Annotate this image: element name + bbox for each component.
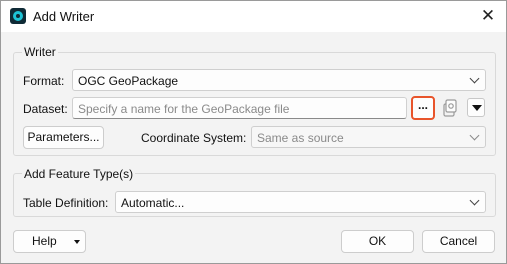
dataset-parameters-icon[interactable] [443, 99, 457, 117]
browse-button[interactable]: ... [411, 96, 435, 120]
dataset-menu-button[interactable] [467, 98, 485, 117]
dataset-input[interactable]: Specify a name for the GeoPackage file [72, 97, 407, 119]
chevron-down-icon [74, 240, 80, 244]
chevron-down-icon [469, 73, 480, 84]
format-label: Format: [23, 74, 65, 88]
coordinate-system-value: Same as source [257, 131, 344, 145]
help-label: Help [32, 234, 57, 248]
cancel-button[interactable]: Cancel [422, 230, 495, 253]
chevron-down-icon [469, 130, 480, 141]
writer-group-label: Writer [22, 45, 58, 59]
ok-button[interactable]: OK [341, 230, 414, 253]
format-select[interactable]: OGC GeoPackage [72, 69, 486, 91]
title-bar: Add Writer ✕ [1, 1, 506, 32]
table-definition-value: Automatic... [121, 196, 185, 210]
dataset-label: Dataset: [23, 102, 68, 116]
chevron-down-icon [469, 195, 480, 206]
coordinate-system-select[interactable]: Same as source [251, 126, 486, 148]
close-icon[interactable]: ✕ [476, 5, 500, 27]
format-value: OGC GeoPackage [78, 74, 179, 88]
feature-types-group-label: Add Feature Type(s) [22, 167, 136, 181]
coordinate-system-label: Coordinate System: [141, 131, 247, 145]
parameters-button[interactable]: Parameters... [23, 126, 104, 149]
dataset-placeholder: Specify a name for the GeoPackage file [78, 102, 290, 116]
fme-app-icon [10, 8, 26, 24]
table-definition-select[interactable]: Automatic... [115, 191, 486, 213]
add-writer-dialog: Add Writer ✕ Writer Format: OGC GeoPacka… [0, 0, 507, 264]
dialog-title: Add Writer [33, 9, 95, 24]
table-definition-label: Table Definition: [23, 196, 109, 210]
